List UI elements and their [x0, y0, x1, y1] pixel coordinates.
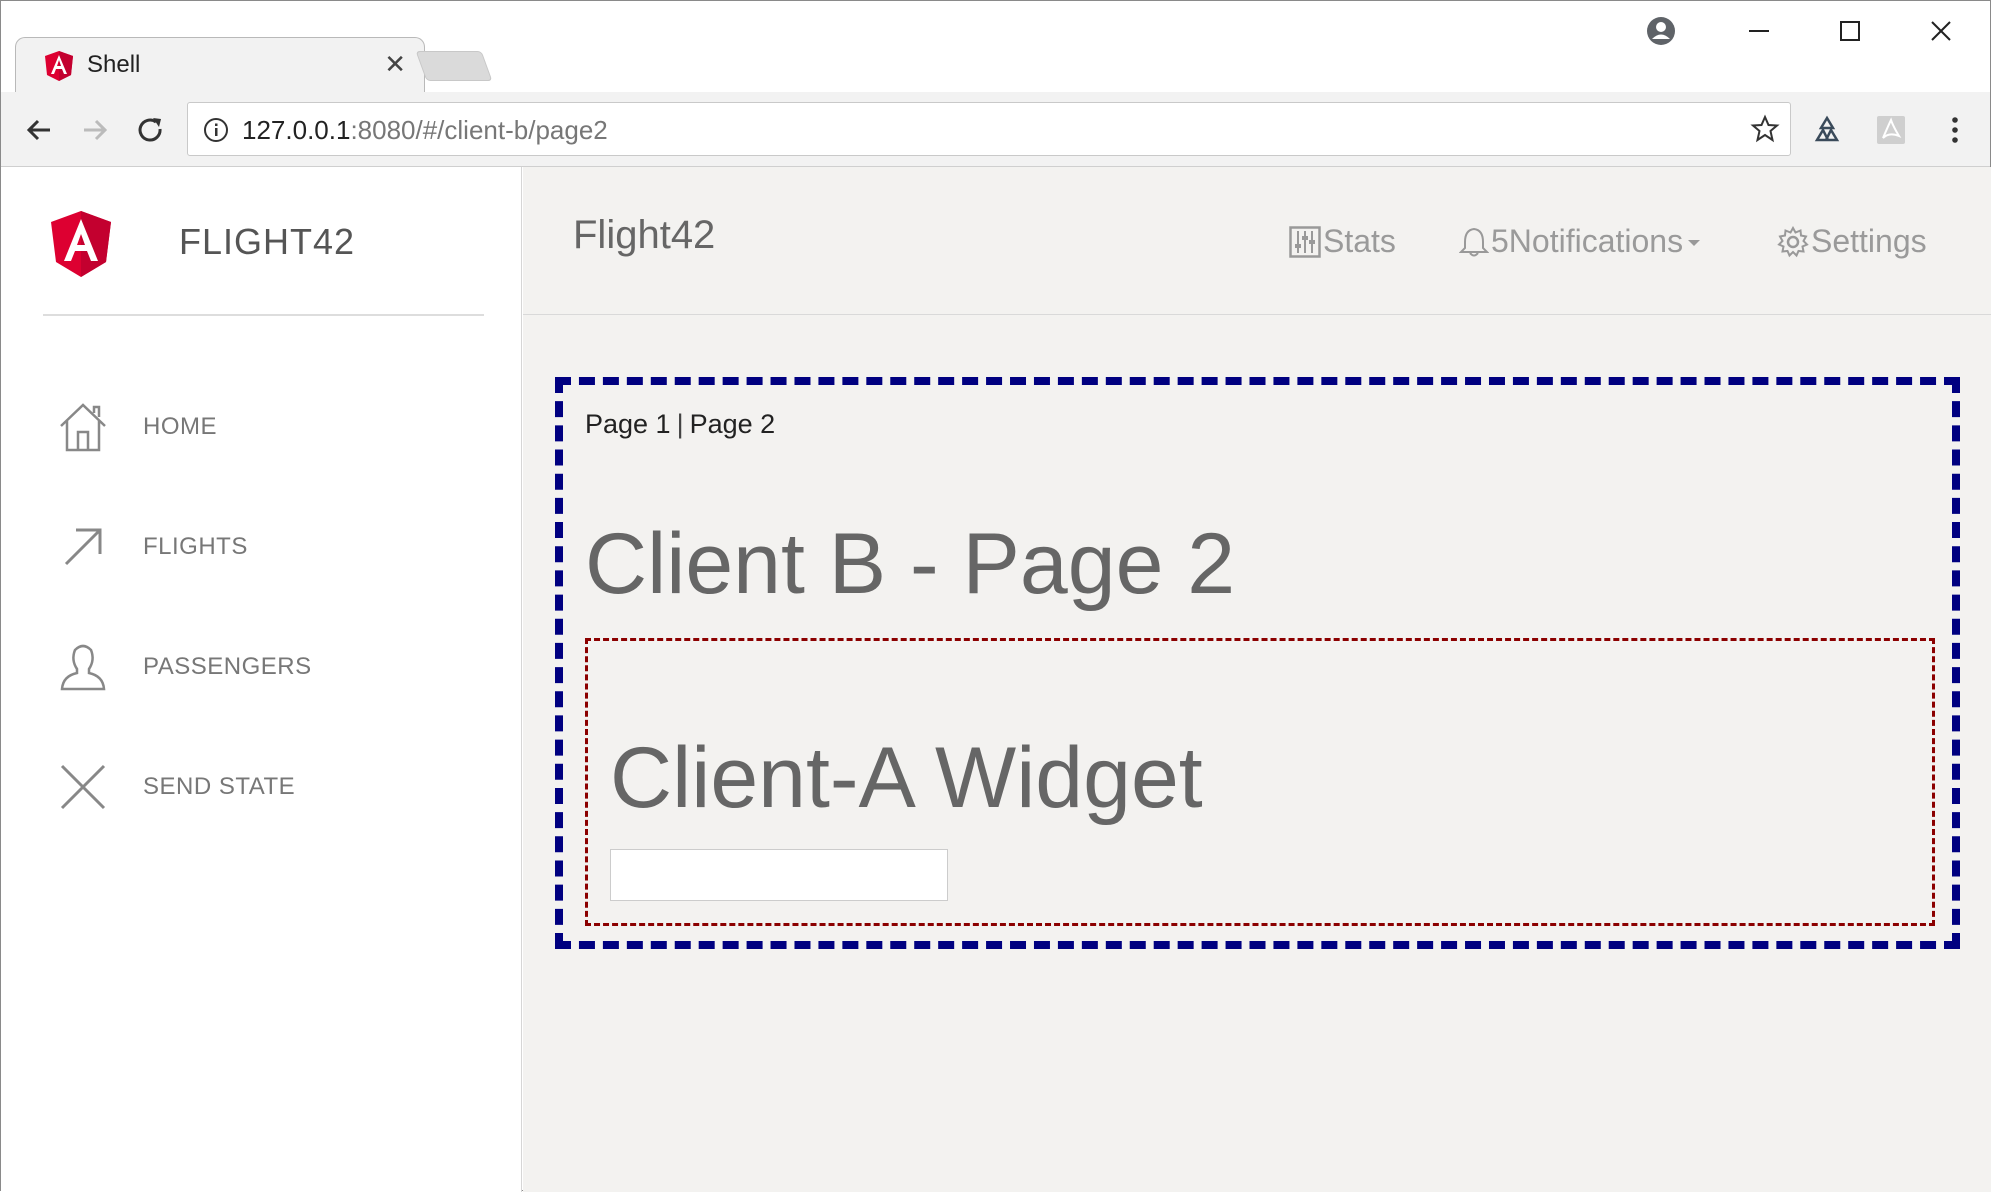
page1-link[interactable]: Page 1 — [585, 409, 671, 439]
reload-icon[interactable] — [131, 110, 171, 150]
sidebar-item-label: PASSENGERS — [143, 653, 312, 680]
home-icon — [55, 399, 111, 455]
profile-icon[interactable] — [1641, 11, 1681, 51]
top-navbar: Flight42 Stats 5 Notifications Settings — [523, 167, 1991, 315]
stats-icon — [1289, 225, 1321, 258]
page2-link[interactable]: Page 2 — [690, 409, 776, 439]
widget-input[interactable] — [610, 849, 948, 901]
pdf-extension-icon[interactable] — [1871, 110, 1911, 150]
forward-arrow-icon[interactable] — [75, 110, 115, 150]
back-arrow-icon[interactable] — [19, 110, 59, 150]
main-content: Flight42 Stats 5Notifications Settings — [523, 167, 1991, 1192]
bell-icon — [1459, 227, 1489, 256]
browser-window: Shell ✕ 127.0.0.1:8080/#/client-b/page2 … — [0, 0, 1991, 1192]
notifications-dropdown[interactable]: 5 Notifications — [1459, 223, 1705, 260]
sidebar-item-send-state[interactable]: SEND STATE — [55, 757, 475, 817]
close-x-icon — [55, 759, 111, 815]
app-shell: FLIGHT42 HOME FLIGHTS PASSENGERS SEND ST… — [1, 167, 1991, 1192]
title-bar: Shell ✕ — [1, 1, 1990, 93]
browser-toolbar: 127.0.0.1:8080/#/client-b/page2 — [1, 92, 1990, 167]
stats-label: Stats — [1323, 223, 1396, 259]
page-link-separator: | — [676, 409, 684, 439]
sidebar: FLIGHT42 HOME FLIGHTS PASSENGERS SEND ST… — [1, 167, 522, 1192]
brand-name: FLIGHT42 — [179, 221, 356, 262]
new-tab-button[interactable] — [415, 51, 493, 81]
tab-close-icon[interactable]: ✕ — [384, 50, 406, 78]
notifications-label: Notifications — [1508, 223, 1684, 259]
menu-kebab-icon[interactable] — [1935, 110, 1975, 150]
notifications-count: 5 — [1491, 223, 1509, 259]
client-b-heading: Client B - Page 2 — [585, 516, 1236, 612]
person-icon — [55, 639, 111, 695]
settings-link[interactable]: Settings — [1777, 223, 1927, 260]
angular-logo-icon — [51, 211, 111, 277]
sidebar-item-home[interactable]: HOME — [55, 397, 475, 457]
maximize-icon[interactable] — [1830, 11, 1870, 51]
widget-heading: Client-A Widget — [610, 730, 1203, 826]
recycle-extension-icon[interactable] — [1807, 110, 1847, 150]
client-a-widget: Client-A Widget — [585, 638, 1935, 926]
sidebar-item-label: FLIGHTS — [143, 533, 248, 560]
url-text: 127.0.0.1:8080/#/client-b/page2 — [242, 115, 608, 146]
sidebar-item-label: HOME — [143, 413, 217, 440]
page-title: Flight42 — [573, 213, 716, 257]
sidebar-item-label: SEND STATE — [143, 773, 296, 800]
stats-link[interactable]: Stats — [1289, 223, 1396, 260]
url-host: 127.0.0.1 — [242, 115, 351, 145]
sidebar-divider — [43, 314, 484, 316]
browser-tab[interactable]: Shell ✕ — [15, 37, 425, 93]
caret-down-icon — [1688, 239, 1701, 246]
client-b-page-links: Page 1 | Page 2 — [585, 409, 775, 440]
info-icon[interactable] — [202, 116, 230, 144]
close-window-icon[interactable] — [1921, 11, 1961, 51]
client-b-container: Page 1 | Page 2 Client B - Page 2 Client-A… — [555, 377, 1960, 949]
angular-favicon-icon — [45, 51, 73, 81]
url-path: :8080/#/client-b/page2 — [350, 115, 608, 145]
address-bar[interactable]: 127.0.0.1:8080/#/client-b/page2 — [187, 102, 1791, 156]
settings-label: Settings — [1811, 223, 1927, 259]
gear-icon — [1777, 225, 1809, 257]
minimize-icon[interactable] — [1739, 11, 1779, 51]
sidebar-item-flights[interactable]: FLIGHTS — [55, 517, 475, 577]
bookmark-star-icon[interactable] — [1750, 114, 1780, 144]
arrow-up-right-icon — [55, 519, 111, 575]
tab-title: Shell — [87, 51, 141, 78]
sidebar-item-passengers[interactable]: PASSENGERS — [55, 637, 475, 697]
